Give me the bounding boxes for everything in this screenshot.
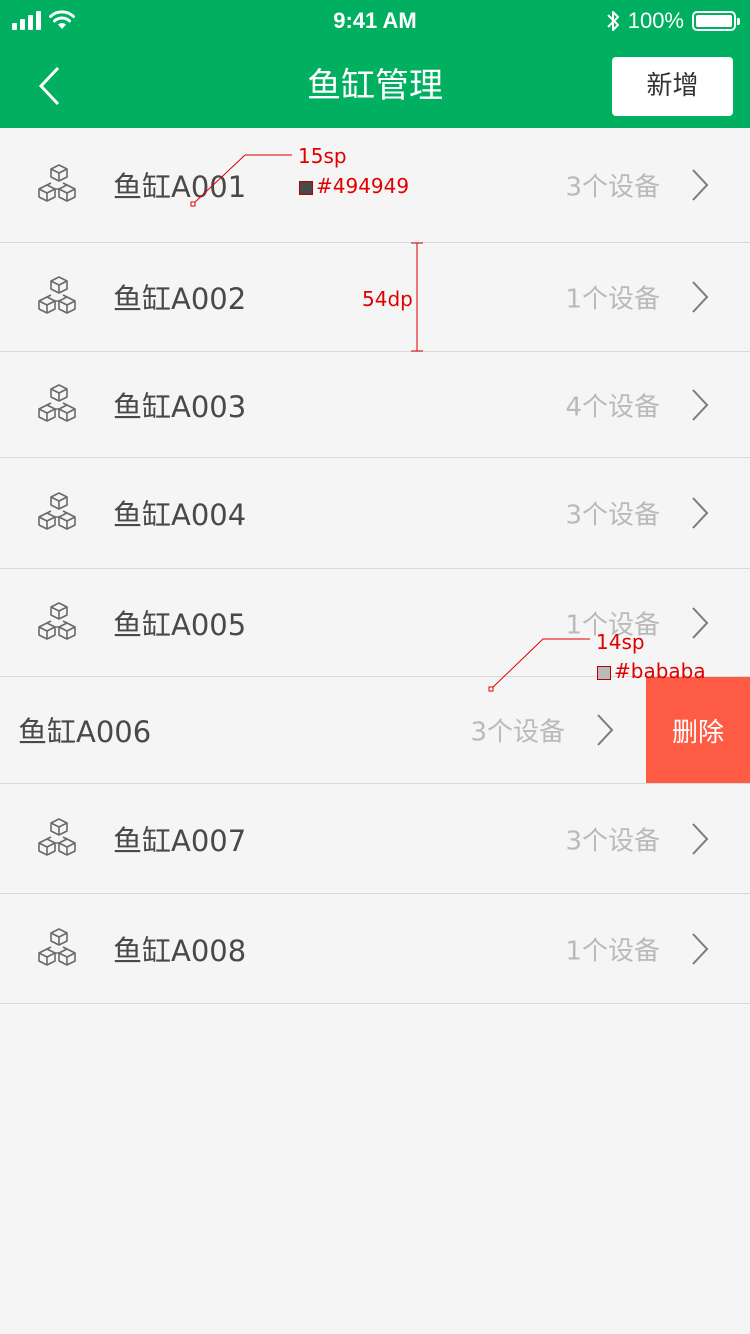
- status-right: 100%: [606, 8, 740, 34]
- annotation-count-swatch: [597, 665, 611, 680]
- delete-button[interactable]: 删除: [646, 677, 750, 783]
- tank-cubes-icon: [36, 383, 82, 427]
- list-item-content: 鱼缸A004 3个设备: [0, 458, 750, 568]
- device-count: 3个设备: [565, 500, 660, 531]
- tank-cubes-icon: [36, 491, 82, 535]
- chevron-right-icon: [690, 280, 710, 314]
- header: 9:41 AM 100% 鱼缸管理 新增: [0, 0, 750, 128]
- tank-cubes-icon: [36, 163, 82, 207]
- annotation-title-swatch: [299, 180, 313, 195]
- bluetooth-icon: [607, 11, 619, 31]
- annotation-count-size: 14sp: [596, 630, 645, 654]
- tank-name: 鱼缸A006: [18, 715, 152, 749]
- chevron-right-icon: [690, 168, 710, 202]
- screen: 9:41 AM 100% 鱼缸管理 新增 鱼缸A001 3个设备 鱼缸A002 1个设…: [0, 0, 750, 1334]
- battery-fill: [696, 15, 732, 27]
- tank-name: 鱼缸A005: [113, 607, 247, 642]
- tank-cubes-icon: [36, 817, 82, 861]
- chevron-right-icon: [690, 606, 710, 640]
- annotation-title-color: #494949: [299, 174, 409, 198]
- list-item[interactable]: 鱼缸A003 4个设备: [0, 352, 750, 458]
- status-bar: 9:41 AM 100%: [0, 0, 750, 44]
- list-item-content: 鱼缸A006 3个设备: [0, 677, 655, 783]
- chevron-right-icon: [690, 388, 710, 422]
- device-count: 3个设备: [565, 172, 660, 203]
- tank-cubes-icon: [36, 927, 82, 971]
- chevron-right-icon: [690, 822, 710, 856]
- tank-name: 鱼缸A004: [113, 498, 247, 532]
- annotation-title-color-text: #494949: [316, 174, 410, 198]
- add-button[interactable]: 新增: [612, 57, 733, 116]
- chevron-right-icon: [690, 932, 710, 966]
- list-item-content: 鱼缸A003 4个设备: [0, 352, 750, 457]
- list-item[interactable]: 鱼缸A004 3个设备: [0, 458, 750, 569]
- list-item-content: 鱼缸A007 3个设备: [0, 784, 750, 893]
- annotation-count-color: #bababa: [597, 659, 706, 683]
- chevron-right-icon: [595, 713, 615, 747]
- tank-name: 鱼缸A007: [113, 823, 247, 858]
- tank-cubes-icon: [36, 601, 82, 645]
- tank-name: 鱼缸A001: [113, 170, 247, 204]
- device-count: 1个设备: [565, 284, 660, 315]
- list-item[interactable]: 鱼缸A006 3个设备 删除: [0, 677, 750, 784]
- chevron-right-icon: [690, 496, 710, 530]
- tank-name: 鱼缸A002: [113, 282, 247, 316]
- battery-icon: [692, 11, 740, 31]
- device-count: 1个设备: [565, 936, 660, 966]
- tank-name: 鱼缸A003: [113, 389, 247, 424]
- battery-text: 100%: [627, 8, 684, 33]
- list-item[interactable]: 鱼缸A008 1个设备: [0, 894, 750, 1004]
- device-count: 3个设备: [470, 717, 565, 748]
- list-item[interactable]: 鱼缸A007 3个设备: [0, 784, 750, 894]
- annotation-row-height: 54dp: [362, 287, 413, 311]
- annotation-count-color-text: #bababa: [614, 659, 706, 683]
- list-item-content: 鱼缸A008 1个设备: [0, 894, 750, 1003]
- device-count: 4个设备: [565, 392, 660, 422]
- annotation-title-size: 15sp: [298, 144, 347, 168]
- device-count: 3个设备: [565, 826, 660, 856]
- tank-name: 鱼缸A008: [113, 933, 247, 968]
- tank-cubes-icon: [36, 275, 82, 319]
